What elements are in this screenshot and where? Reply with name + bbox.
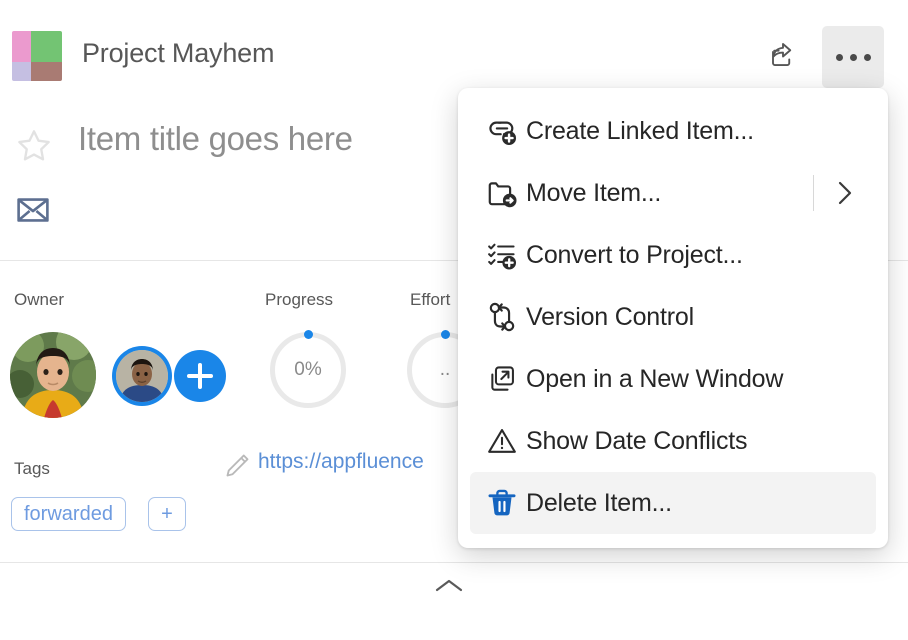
logo-tile-green: [31, 31, 62, 62]
progress-dial[interactable]: 0%: [270, 332, 346, 408]
item-title-text[interactable]: Item title goes here: [78, 120, 353, 158]
avatar-image: [10, 332, 96, 418]
menu-item-show-date-conflicts[interactable]: Show Date Conflicts: [470, 410, 876, 472]
share-icon: [768, 40, 798, 75]
task-list-add-icon: [478, 237, 526, 273]
link-add-icon: [478, 113, 526, 149]
menu-item-label: Create Linked Item...: [526, 117, 754, 146]
trash-icon: [478, 485, 526, 521]
menu-item-label: Version Control: [526, 303, 694, 332]
menu-item-move-item[interactable]: Move Item...: [470, 162, 876, 224]
avatar-image: [116, 350, 168, 402]
chevron-right-icon[interactable]: [832, 177, 856, 209]
external-window-icon: [478, 361, 526, 397]
progress-value: 0%: [270, 332, 346, 408]
star-icon[interactable]: [14, 126, 54, 171]
menu-item-label: Convert to Project...: [526, 241, 743, 270]
menu-item-open-in-new-window[interactable]: Open in a New Window: [470, 348, 876, 410]
menu-item-label: Show Date Conflicts: [526, 427, 747, 456]
share-button[interactable]: [752, 26, 814, 88]
avatar-owner-primary[interactable]: [10, 332, 96, 418]
context-menu: Create Linked Item... Move Item...: [458, 88, 888, 548]
add-tag-button[interactable]: +: [148, 497, 186, 531]
envelope-icon[interactable]: [16, 195, 50, 230]
more-options-icon: [836, 54, 871, 61]
tags-label: Tags: [14, 459, 50, 479]
warning-triangle-icon: [478, 423, 526, 459]
logo-tile-brown: [31, 62, 62, 81]
owner-label: Owner: [14, 290, 64, 310]
add-owner-button[interactable]: [174, 350, 226, 402]
tags-section: Tags forwarded +: [0, 455, 470, 560]
progress-label: Progress: [265, 290, 333, 310]
menu-item-label: Delete Item...: [526, 489, 672, 518]
logo-tile-lavender: [12, 62, 31, 81]
submenu-divider: [813, 175, 814, 211]
folder-move-icon: [478, 175, 526, 211]
avatar-owner-secondary[interactable]: [116, 350, 168, 402]
plus-icon: [187, 363, 213, 389]
menu-item-delete-item[interactable]: Delete Item...: [470, 472, 876, 534]
menu-item-create-linked-item[interactable]: Create Linked Item...: [470, 100, 876, 162]
menu-item-convert-to-project[interactable]: Convert to Project...: [470, 224, 876, 286]
branch-icon: [478, 299, 526, 335]
effort-label: Effort: [410, 290, 450, 310]
project-logo-icon[interactable]: [12, 31, 62, 81]
menu-item-label: Open in a New Window: [526, 365, 783, 394]
more-options-button[interactable]: [822, 26, 884, 88]
logo-tile-pink: [12, 31, 31, 62]
menu-item-label: Move Item...: [526, 179, 661, 208]
menu-item-version-control[interactable]: Version Control: [470, 286, 876, 348]
chevron-up-icon[interactable]: [432, 574, 466, 603]
tag-chip[interactable]: forwarded: [11, 497, 126, 531]
project-title[interactable]: Project Mayhem: [82, 38, 274, 69]
divider-bottom: [0, 562, 908, 563]
